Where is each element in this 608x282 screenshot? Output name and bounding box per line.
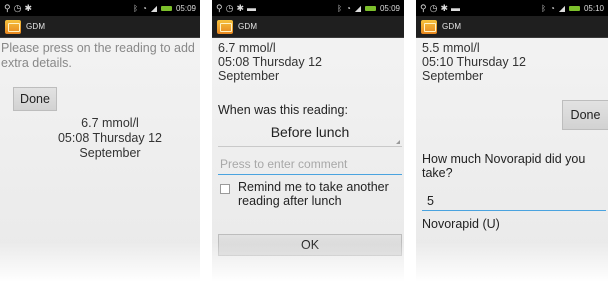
reading-value: 5.5 mmol/l	[422, 41, 480, 55]
wifi-icon: ◔	[141, 3, 147, 13]
reading-date: September	[422, 69, 484, 83]
clock-icon: ◷	[429, 2, 438, 13]
bluetooth-icon: ᛒ	[541, 3, 546, 13]
signal-icon: ◢	[150, 3, 157, 13]
status-bar: ⚲ ◷ ✱ ᛒ ◔ ◢ 05:09	[0, 0, 200, 16]
status-time: 05:09	[379, 3, 400, 13]
action-bar: GDM	[212, 16, 404, 38]
reading-date: September	[79, 146, 141, 160]
usb-icon: ⚲	[4, 2, 11, 13]
status-bar: ⚲ ◷ ✱ ▬ ᛒ ◔ ◢ 05:10	[416, 0, 608, 16]
gdm-app-icon[interactable]	[217, 19, 233, 34]
gdm-app-icon[interactable]	[5, 19, 21, 34]
reminder-label[interactable]: Remind me to take another reading after …	[238, 180, 398, 208]
app-title: GDM	[238, 22, 258, 31]
screen-reading-details: ⚲ ◷ ✱ ▬ ᛒ ◔ ◢ 05:09 GDM 6.7 mmol/l 05:08…	[212, 0, 404, 282]
bluetooth-icon: ᛒ	[133, 3, 138, 13]
insulin-dose-value: 5	[427, 193, 434, 208]
reading-date: September	[218, 69, 280, 83]
image-icon: ▬	[451, 2, 460, 13]
reading-value: 6.7 mmol/l	[218, 41, 276, 55]
reading-header: 6.7 mmol/l 05:08 Thursday 12 September	[218, 41, 403, 83]
battery-icon	[364, 5, 376, 11]
wifi-icon: ◔	[345, 3, 351, 13]
reading-time: 05:08 Thursday 12	[57, 131, 162, 145]
dropdown-corner-icon	[396, 140, 400, 144]
insulin-unit-label: Novorapid (U)	[422, 217, 500, 231]
battery-icon	[568, 5, 580, 11]
status-bar: ⚲ ◷ ✱ ▬ ᛒ ◔ ◢ 05:09	[212, 0, 404, 16]
instruction-text: Please press on the reading to add extra…	[1, 41, 195, 70]
ok-button[interactable]: OK	[218, 234, 402, 256]
image-icon: ▬	[247, 2, 256, 13]
app-title: GDM	[442, 22, 462, 31]
reading-time: 05:10 Thursday 12	[422, 55, 527, 69]
meal-timing-dropdown[interactable]: Before lunch	[218, 117, 402, 147]
status-time: 05:10	[583, 3, 604, 13]
meal-timing-selected: Before lunch	[270, 123, 350, 140]
signal-icon: ◢	[558, 3, 565, 13]
app-title: GDM	[26, 22, 46, 31]
reminder-checkbox[interactable]	[220, 184, 230, 194]
battery-icon	[160, 5, 172, 11]
comment-placeholder: Press to enter comment	[220, 156, 348, 171]
status-time: 05:09	[175, 3, 196, 13]
wifi-icon: ◔	[549, 3, 555, 13]
gdm-app-icon[interactable]	[421, 19, 437, 34]
reading-header: 5.5 mmol/l 05:10 Thursday 12 September	[422, 41, 604, 83]
action-bar: GDM	[0, 16, 200, 38]
action-bar: GDM	[416, 16, 608, 38]
reading-time: 05:08 Thursday 12	[218, 55, 323, 69]
done-button[interactable]: Done	[562, 100, 608, 130]
insulin-question: How much Novorapid did you take?	[422, 152, 586, 180]
reading-value: 6.7 mmol/l	[81, 116, 139, 130]
clock-icon: ◷	[225, 2, 234, 13]
done-button[interactable]: Done	[13, 87, 57, 111]
clock-icon: ◷	[13, 2, 22, 13]
android-debug-icon: ✱	[440, 2, 448, 13]
usb-icon: ⚲	[420, 2, 427, 13]
reading-item[interactable]: 6.7 mmol/l 05:08 Thursday 12 September	[20, 116, 200, 161]
android-debug-icon: ✱	[236, 2, 244, 13]
bluetooth-icon: ᛒ	[337, 3, 342, 13]
insulin-dose-input[interactable]: 5	[422, 191, 606, 211]
android-debug-icon: ✱	[24, 2, 32, 13]
usb-icon: ⚲	[216, 2, 223, 13]
screen-insulin-dose: ⚲ ◷ ✱ ▬ ᛒ ◔ ◢ 05:10 GDM 5.5 mmol/l 05:10…	[416, 0, 608, 282]
signal-icon: ◢	[354, 3, 361, 13]
screen-reading-list: ⚲ ◷ ✱ ᛒ ◔ ◢ 05:09 GDM Please press on th…	[0, 0, 200, 282]
reading-time-question: When was this reading:	[218, 103, 348, 117]
comment-input[interactable]: Press to enter comment	[218, 153, 402, 175]
